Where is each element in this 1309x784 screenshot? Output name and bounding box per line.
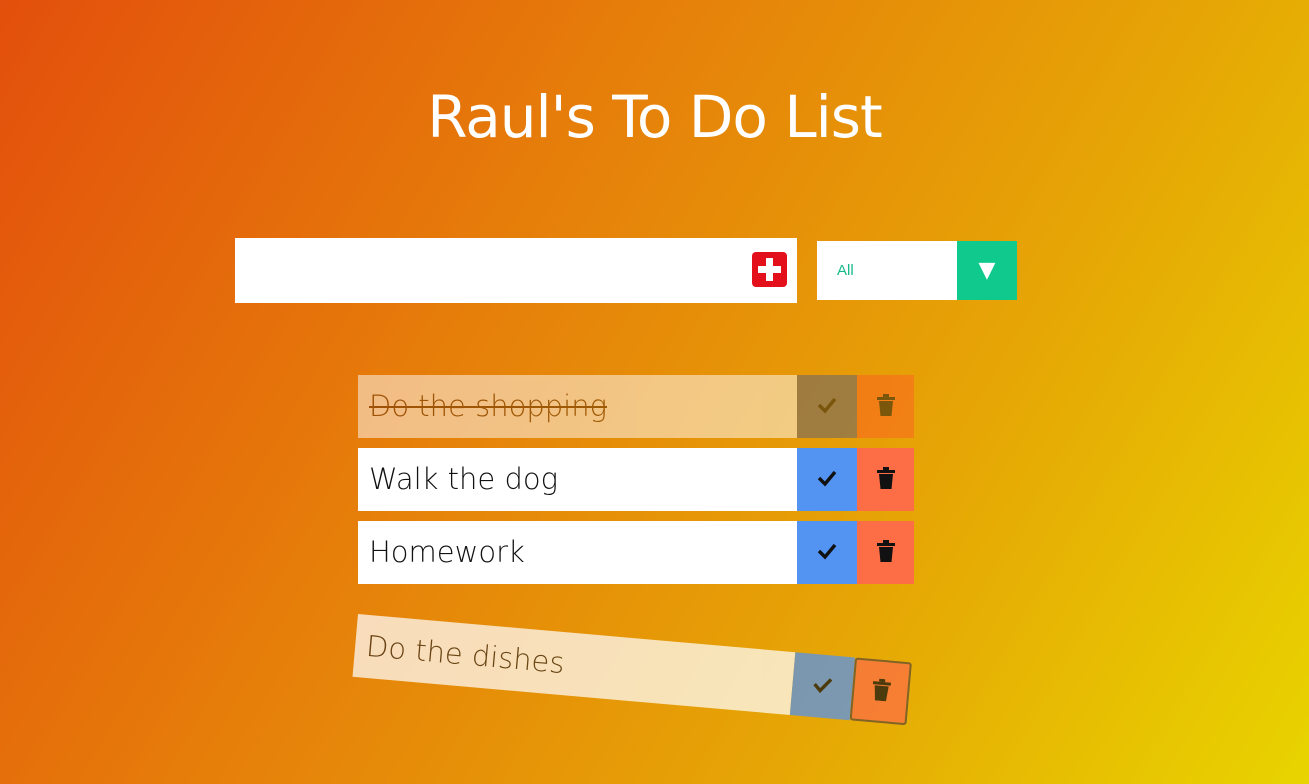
delete-button[interactable] (857, 375, 914, 438)
complete-button[interactable] (797, 448, 857, 511)
todo-item[interactable]: Walk the dog (358, 448, 914, 511)
todo-text: Do the shopping (358, 375, 797, 438)
complete-button[interactable] (797, 375, 857, 438)
todo-item[interactable]: Do the shopping (358, 375, 914, 438)
check-icon (816, 467, 838, 492)
trash-icon (876, 540, 895, 565)
delete-button[interactable] (857, 448, 914, 511)
todo-input[interactable] (235, 238, 735, 303)
triangle-down-icon[interactable]: ▼ (957, 241, 1017, 300)
trash-icon (876, 394, 895, 419)
check-icon (816, 540, 838, 565)
complete-button[interactable] (797, 521, 857, 584)
trash-icon (871, 678, 891, 704)
plus-icon (758, 258, 781, 281)
page-title: Raul's To Do List (427, 82, 883, 151)
filter-selected-value: All (837, 262, 854, 279)
todo-item[interactable]: Do the dishes (352, 614, 912, 726)
delete-button[interactable] (857, 521, 914, 584)
todo-input-container (235, 238, 797, 303)
todo-text: Homework (358, 521, 797, 584)
todo-text: Walk the dog (358, 448, 797, 511)
check-icon (810, 673, 834, 700)
trash-icon (876, 467, 895, 492)
complete-button[interactable] (789, 652, 856, 721)
todo-text: Do the dishes (352, 614, 796, 716)
todo-item[interactable]: Homework (358, 521, 914, 584)
filter-select[interactable]: All ▼ (817, 241, 1017, 300)
check-icon (816, 394, 838, 419)
delete-button[interactable] (849, 657, 912, 726)
add-todo-button[interactable] (752, 252, 787, 287)
